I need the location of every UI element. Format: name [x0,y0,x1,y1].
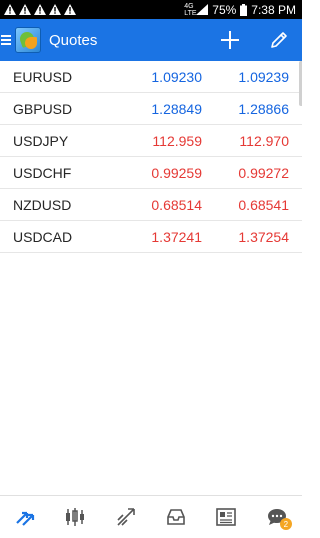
nav-quotes[interactable] [10,502,40,532]
ask-price: 1.37254 [238,228,289,245]
warning-icon [4,4,16,15]
quote-row-usdchf[interactable]: USDCHF 0.99259 0.99272 [0,157,302,189]
network-type-badge: 4G LTE [184,2,197,17]
edit-button[interactable] [267,28,291,52]
menu-icon[interactable] [1,35,11,45]
quote-row-gbpusd[interactable]: GBPUSD 1.28849 1.28866 [0,93,302,125]
warning-icon [64,4,76,15]
ask-price: 0.99272 [238,164,289,181]
bid-price: 0.68514 [151,196,202,213]
warning-icon [34,4,46,15]
clock: 7:38 PM [251,2,296,17]
nav-trade[interactable] [111,502,141,532]
quote-row-usdcad[interactable]: USDCAD 1.37241 1.37254 [0,221,302,253]
nav-news[interactable] [211,502,241,532]
ask-price: 0.68541 [238,196,289,213]
symbol-name: USDCHF [13,164,72,181]
chart-icon [66,508,85,526]
battery-icon [240,3,248,16]
warning-icon [19,4,31,15]
symbol-name: NZDUSD [13,196,72,213]
bid-price: 1.37241 [151,228,202,245]
trade-icon [117,508,135,526]
signal-icon [196,4,209,15]
page-title: Quotes [49,31,98,49]
nav-chat[interactable]: 2 [262,502,292,532]
pencil-icon [271,32,287,48]
symbol-name: GBPUSD [13,100,73,117]
quote-row-eurusd[interactable]: EURUSD 1.09230 1.09239 [0,61,302,93]
status-bar: 4G LTE 75% 7:38 PM [0,0,302,19]
inbox-icon [167,509,185,525]
ask-price: 112.970 [239,132,289,149]
nav-chart[interactable] [60,502,90,532]
quote-row-usdjpy[interactable]: USDJPY 112.959 112.970 [0,125,302,157]
symbol-name: USDJPY [13,132,69,149]
bottom-navigation: 2 [0,495,302,538]
quotes-icon [16,511,35,526]
unread-badge: 2 [279,518,292,530]
system-status: 4G LTE 75% 7:38 PM [184,3,296,17]
plus-icon [221,31,239,49]
app-bar: Quotes [0,19,302,61]
warning-icon [49,4,61,15]
news-icon [216,508,237,526]
ask-price: 1.09239 [238,68,289,85]
symbol-name: USDCAD [13,228,73,245]
notification-icons [4,4,76,15]
quotes-list: EURUSD 1.09230 1.09239 GBPUSD 1.28849 1.… [0,61,302,253]
battery-percent: 75% [212,2,237,17]
symbol-name: EURUSD [13,68,73,85]
ask-price: 1.28866 [238,100,289,117]
bid-price: 0.99259 [151,164,202,181]
quote-row-nzdusd[interactable]: NZDUSD 0.68514 0.68541 [0,189,302,221]
scrollbar[interactable] [299,61,302,106]
add-symbol-button[interactable] [218,28,242,52]
nav-history[interactable] [161,502,191,532]
bid-price: 1.28849 [151,100,202,117]
app-logo[interactable] [15,27,41,53]
bid-price: 1.09230 [151,68,202,85]
bid-price: 112.959 [152,132,202,149]
